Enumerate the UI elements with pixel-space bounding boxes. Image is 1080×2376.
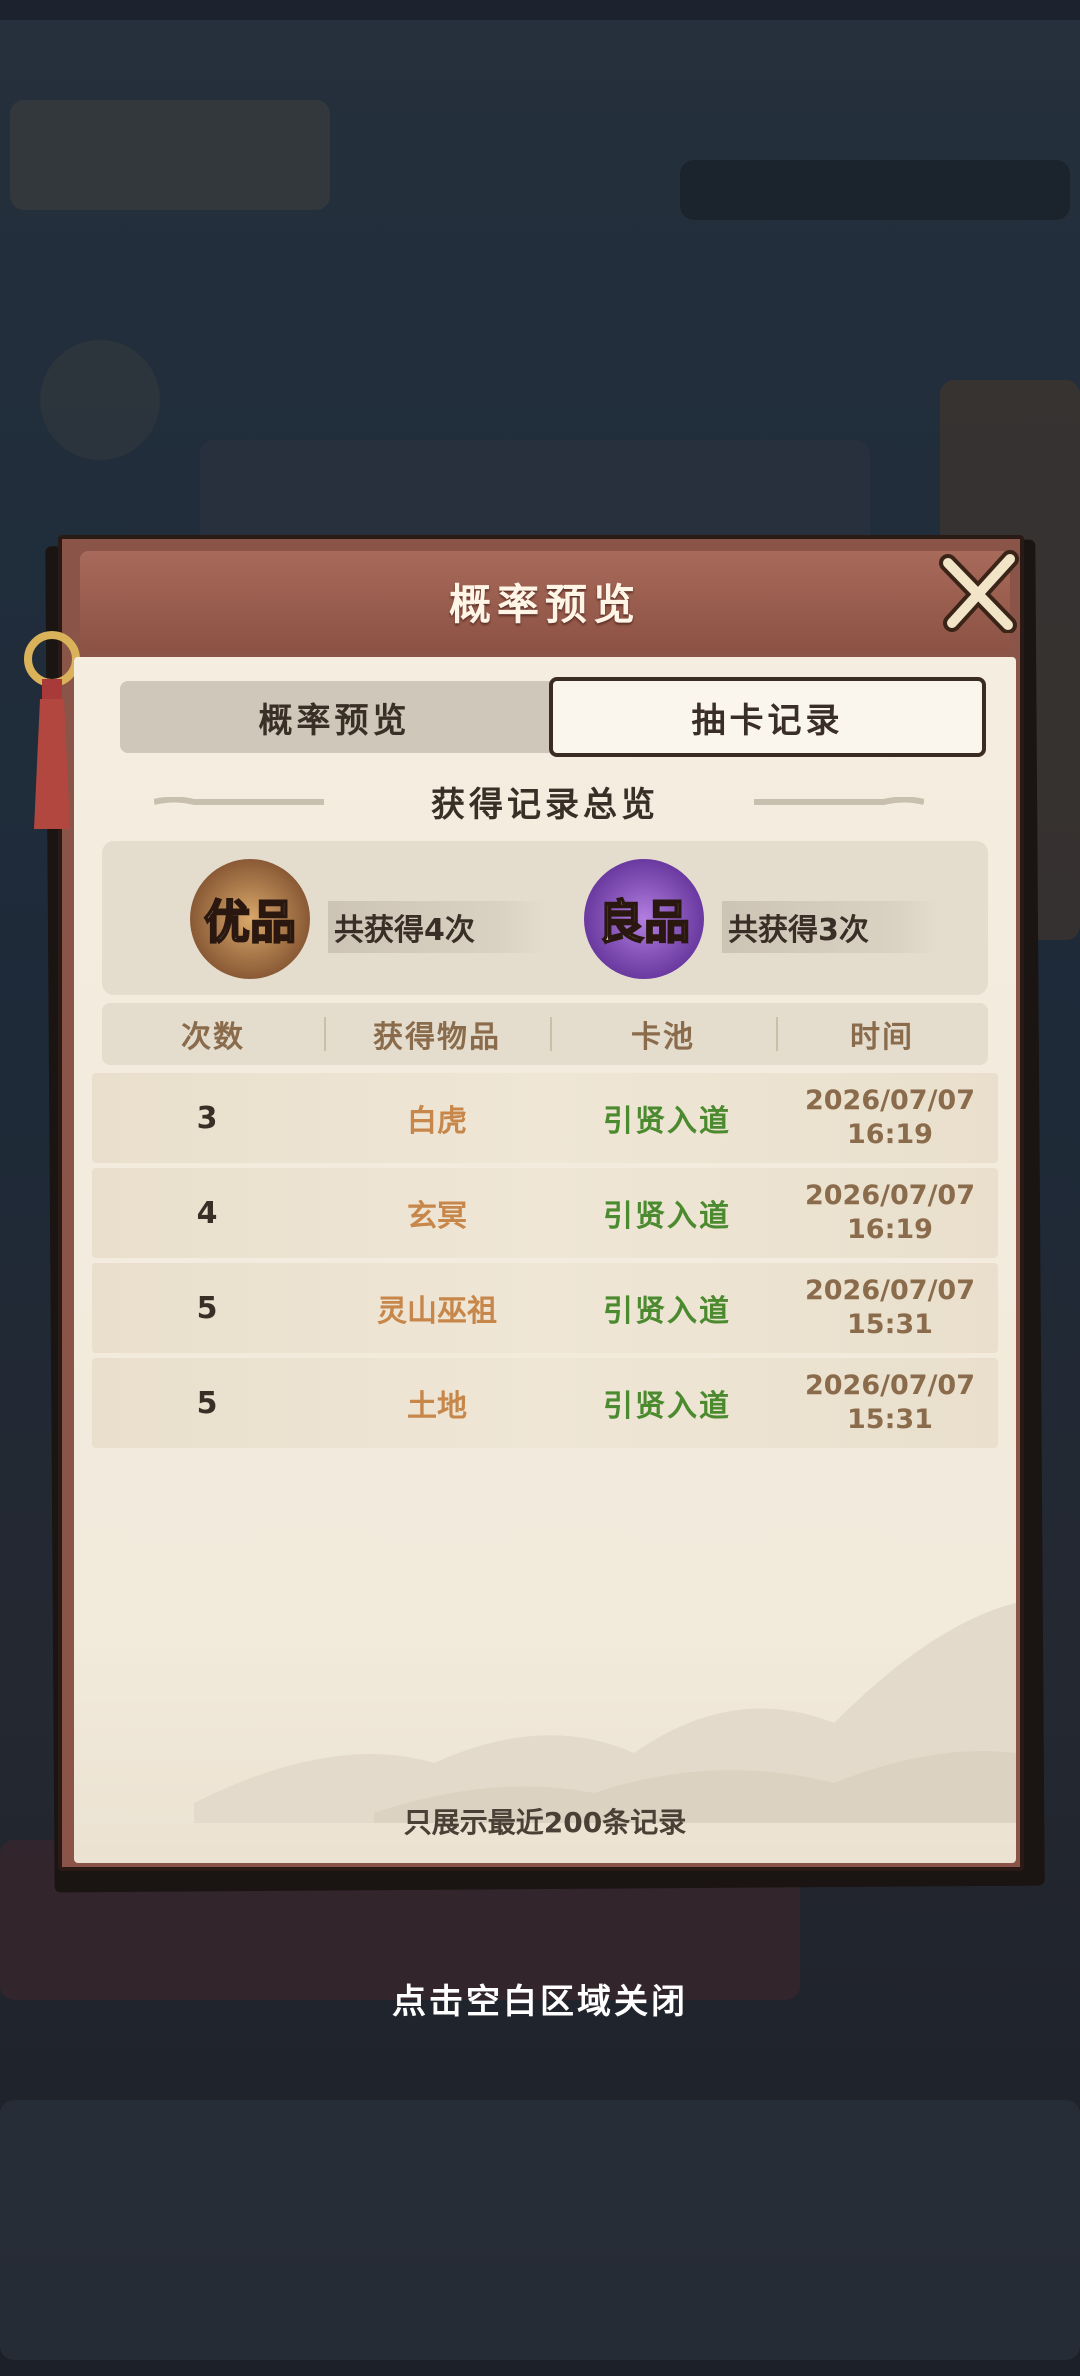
row-time: 2026/07/07 16:19 (782, 1168, 998, 1258)
tab-label: 抽卡记录 (691, 700, 844, 741)
grade-badge-good: 良品 (584, 859, 704, 979)
row-date: 2026/07/07 (804, 1085, 975, 1116)
row-item: 土地 (407, 1389, 467, 1424)
summary-title: 获得记录总览 (431, 784, 659, 825)
table-row: 3 白虎 引贤入道 2026/07/07 16:19 (92, 1073, 998, 1163)
table-row: 5 灵山巫祖 引贤入道 2026/07/07 15:31 (92, 1263, 998, 1353)
row-clock: 16:19 (847, 1119, 933, 1150)
row-time: 2026/07/07 15:31 (782, 1263, 998, 1353)
row-item: 玄冥 (407, 1199, 467, 1234)
dialog-body: 概率预览 抽卡记录 获得记录总览 优品 共获得4次 良品 共获得3次 次数 获得… (74, 657, 1016, 1863)
header-time: 时间 (776, 1003, 988, 1065)
row-pool: 引贤入道 (603, 1199, 731, 1234)
mountain-decoration (194, 1603, 1016, 1823)
cloud-ornament-right-icon (754, 797, 924, 805)
dialog-frame: 概率预览 概率预览 抽卡记录 获得记录总览 优品 共获得4次 良品 共获得3次 … (24, 535, 1024, 1871)
row-clock: 15:31 (847, 1404, 933, 1435)
header-pool: 卡池 (550, 1003, 776, 1065)
close-button[interactable] (930, 541, 1030, 641)
tassel-ornament-icon (24, 631, 80, 829)
row-date: 2026/07/07 (804, 1180, 975, 1211)
row-date: 2026/07/07 (804, 1370, 975, 1401)
summary-box: 优品 共获得4次 良品 共获得3次 (102, 841, 988, 995)
row-count: 3 (196, 1100, 218, 1136)
record-limit-note: 只展示最近200条记录 (403, 1806, 687, 1839)
row-time: 2026/07/07 16:19 (782, 1073, 998, 1163)
row-count: 5 (196, 1290, 218, 1326)
row-pool: 引贤入道 (603, 1104, 731, 1139)
row-count: 4 (196, 1195, 218, 1231)
grade-count-excellent: 共获得4次 (328, 901, 545, 953)
grade-badge-excellent: 优品 (190, 859, 310, 979)
dialog-header: 概率预览 (80, 550, 1019, 651)
row-date: 2026/07/07 (804, 1275, 975, 1306)
record-table-header: 次数 获得物品 卡池 时间 (102, 1003, 988, 1065)
header-item: 获得物品 (324, 1003, 550, 1065)
tab-bar: 概率预览 抽卡记录 (120, 677, 986, 757)
dialog-title: 概率预览 (448, 579, 641, 629)
close-x-icon (939, 550, 1019, 633)
row-clock: 16:19 (847, 1214, 933, 1245)
tab-probability-preview[interactable]: 概率预览 (120, 681, 549, 753)
row-clock: 15:31 (847, 1309, 933, 1340)
row-pool: 引贤入道 (603, 1294, 731, 1329)
record-list: 3 白虎 引贤入道 2026/07/07 16:19 4 玄冥 引贤入道 2026… (92, 1073, 998, 1453)
row-time: 2026/07/07 15:31 (782, 1358, 998, 1448)
row-count: 5 (196, 1385, 218, 1421)
gacha-record-dialog: 概率预览 概率预览 抽卡记录 获得记录总览 优品 共获得4次 良品 共获得3次 … (24, 535, 1045, 1893)
grade-badge-text: 良品 (597, 894, 691, 950)
row-pool: 引贤入道 (603, 1389, 731, 1424)
tab-label: 概率预览 (258, 700, 411, 741)
tap-to-close-hint[interactable]: 点击空白区域关闭 (0, 1974, 1080, 2023)
grade-badge-text: 优品 (203, 894, 297, 950)
header-count: 次数 (181, 1020, 245, 1055)
row-item: 灵山巫祖 (377, 1294, 497, 1329)
row-item: 白虎 (407, 1104, 467, 1139)
table-row: 5 土地 引贤入道 2026/07/07 15:31 (92, 1358, 998, 1448)
table-row: 4 玄冥 引贤入道 2026/07/07 16:19 (92, 1168, 998, 1258)
tab-gacha-record[interactable]: 抽卡记录 (549, 677, 986, 757)
grade-count-good: 共获得3次 (722, 901, 939, 953)
